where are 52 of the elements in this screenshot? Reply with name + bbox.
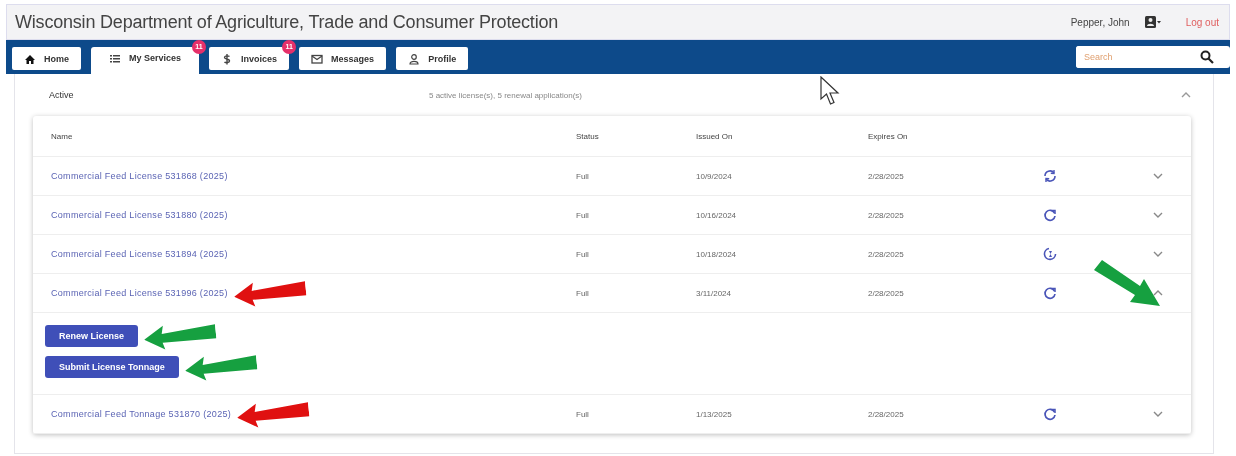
table-cell-text: Full <box>576 288 590 298</box>
nav-tab[interactable]: Home <box>12 47 81 70</box>
site-title: Wisconsin Department of Agriculture, Trade and Consumer Protection <box>15 11 559 33</box>
table-cell-text: Full <box>576 210 590 220</box>
refresh-icon <box>1042 285 1058 301</box>
table-cell-text: 2/28/2025 <box>868 171 905 181</box>
user-menu-button[interactable] <box>1143 15 1162 29</box>
license-link[interactable]: Commercial Feed License 531880 (2025) <box>51 210 228 220</box>
nav-tab[interactable]: Messages <box>299 47 387 70</box>
table-cell-text: 2/28/2025 <box>868 249 905 259</box>
action-button[interactable]: Submit License Tonnage <box>45 356 179 378</box>
table-cell-text: 10/16/2024 <box>696 210 738 220</box>
user-badge-icon <box>1143 15 1162 29</box>
home-icon <box>24 52 36 65</box>
table-cell-text: 2/28/2025 <box>868 409 905 419</box>
user-name: Pepper, John <box>1070 16 1130 28</box>
hourglass-refresh-icon <box>1042 246 1058 262</box>
search-icon <box>1200 50 1214 64</box>
chevron-up-icon[interactable] <box>1181 92 1191 98</box>
refresh-icon <box>1042 406 1058 422</box>
sync-icon <box>1042 168 1058 184</box>
person-icon <box>408 52 421 65</box>
search-box[interactable]: Search <box>1076 46 1230 68</box>
refresh-icon <box>1042 207 1058 223</box>
section-title: Active <box>49 90 75 100</box>
table-cell-text: 3/11/2024 <box>696 288 732 298</box>
table-cell-text: 2/28/2025 <box>868 210 905 220</box>
column-header: Status <box>576 131 600 141</box>
column-header: Name <box>51 131 74 141</box>
table-cell-text: 1/13/2025 <box>696 409 733 419</box>
table-cell-text: Full <box>576 171 590 181</box>
section-summary: 5 active license(s), 5 renewal application(s) <box>429 90 583 100</box>
table-cell-text: 10/9/2024 <box>696 171 733 181</box>
nav-tab[interactable]: Profile <box>396 47 469 70</box>
mail-icon <box>311 52 324 65</box>
license-link[interactable]: Commercial Feed License 531996 (2025) <box>51 288 228 298</box>
chevron-down-icon[interactable] <box>1153 251 1163 257</box>
chevron-down-icon[interactable] <box>1153 411 1163 417</box>
license-link[interactable]: Commercial Feed License 531868 (2025) <box>51 171 228 181</box>
column-header: Expires On <box>868 131 909 141</box>
table-cell-text: Full <box>576 249 590 259</box>
table-cell-text: Full <box>576 409 590 419</box>
chevron-down-icon[interactable] <box>1153 212 1163 218</box>
license-link[interactable]: Commercial Feed License 531894 (2025) <box>51 249 228 259</box>
action-button[interactable]: Renew License <box>45 325 139 347</box>
chevron-down-icon[interactable] <box>1153 173 1163 179</box>
table-cell-text: 2/28/2025 <box>868 288 905 298</box>
table-cell-text: 10/18/2024 <box>696 249 738 259</box>
license-link[interactable]: Commercial Feed Tonnage 531870 (2025) <box>51 409 232 419</box>
column-header: Issued On <box>696 131 734 141</box>
list-icon <box>109 52 121 64</box>
mouse-pointer-icon <box>820 76 842 106</box>
